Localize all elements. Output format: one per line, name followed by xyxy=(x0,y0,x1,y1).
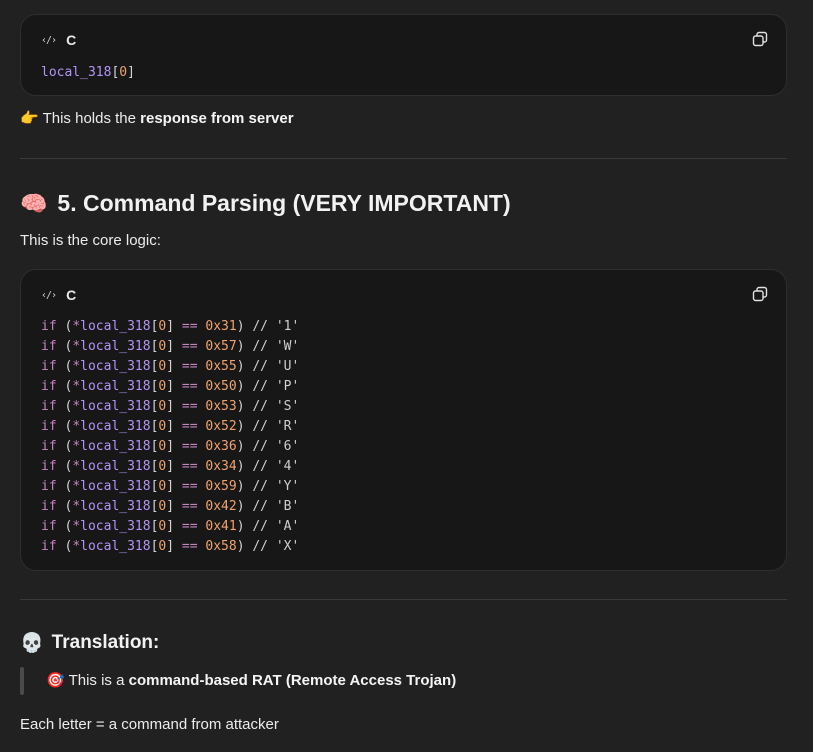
code-brackets-icon: ‹/› xyxy=(41,34,57,46)
blockquote-text: 🎯 This is a command-based RAT (Remote Ac… xyxy=(46,672,457,689)
copy-icon xyxy=(752,31,768,47)
target-icon: 🎯 xyxy=(46,672,65,689)
code-content: local_318[0] xyxy=(41,65,135,80)
code-language-label: C xyxy=(66,287,77,303)
skull-icon: 💀 xyxy=(20,633,44,654)
copy-code-button[interactable] xyxy=(750,284,770,304)
code-line: if (*local_318[0] == 0x53) // 'S' xyxy=(41,399,300,414)
translation-heading: 💀 Translation: xyxy=(20,632,160,654)
code-block-2: ‹/› C if (*local_318[0] == 0x31) // '1' … xyxy=(20,269,787,571)
brain-icon: 🧠 xyxy=(20,190,48,216)
copy-icon xyxy=(752,286,768,302)
code-block-header: ‹/› C xyxy=(41,286,76,304)
code-block-1: ‹/› C local_318[0] xyxy=(20,14,787,96)
code-line: if (*local_318[0] == 0x52) // 'R' xyxy=(41,419,300,434)
code-line: if (*local_318[0] == 0x55) // 'U' xyxy=(41,359,300,374)
code-line: if (*local_318[0] == 0x58) // 'X' xyxy=(41,539,300,554)
section-intro: This is the core logic: xyxy=(20,232,161,249)
section-heading: 🧠 5. Command Parsing (VERY IMPORTANT) xyxy=(20,190,511,216)
divider xyxy=(20,158,787,159)
code-language-label: C xyxy=(66,32,77,48)
divider xyxy=(20,599,787,600)
code-line: if (*local_318[0] == 0x59) // 'Y' xyxy=(41,479,300,494)
pointing-hand-icon: 👉 xyxy=(20,110,39,127)
blockquote-bar xyxy=(20,667,24,695)
note-response: 👉 This holds the response from server xyxy=(20,110,294,127)
code-brackets-icon: ‹/› xyxy=(41,289,57,301)
copy-code-button[interactable] xyxy=(750,29,770,49)
code-line: if (*local_318[0] == 0x42) // 'B' xyxy=(41,499,300,514)
code-line: if (*local_318[0] == 0x31) // '1' xyxy=(41,319,300,334)
code-line: if (*local_318[0] == 0x50) // 'P' xyxy=(41,379,300,394)
code-line: if (*local_318[0] == 0x36) // '6' xyxy=(41,439,300,454)
code-block-header: ‹/› C xyxy=(41,31,76,49)
code-content: if (*local_318[0] == 0x31) // '1' if (*l… xyxy=(41,317,299,557)
closing-text: Each letter = a command from attacker xyxy=(20,716,279,733)
code-line: if (*local_318[0] == 0x41) // 'A' xyxy=(41,519,300,534)
code-line: if (*local_318[0] == 0x57) // 'W' xyxy=(41,339,300,354)
code-line: if (*local_318[0] == 0x34) // '4' xyxy=(41,459,300,474)
